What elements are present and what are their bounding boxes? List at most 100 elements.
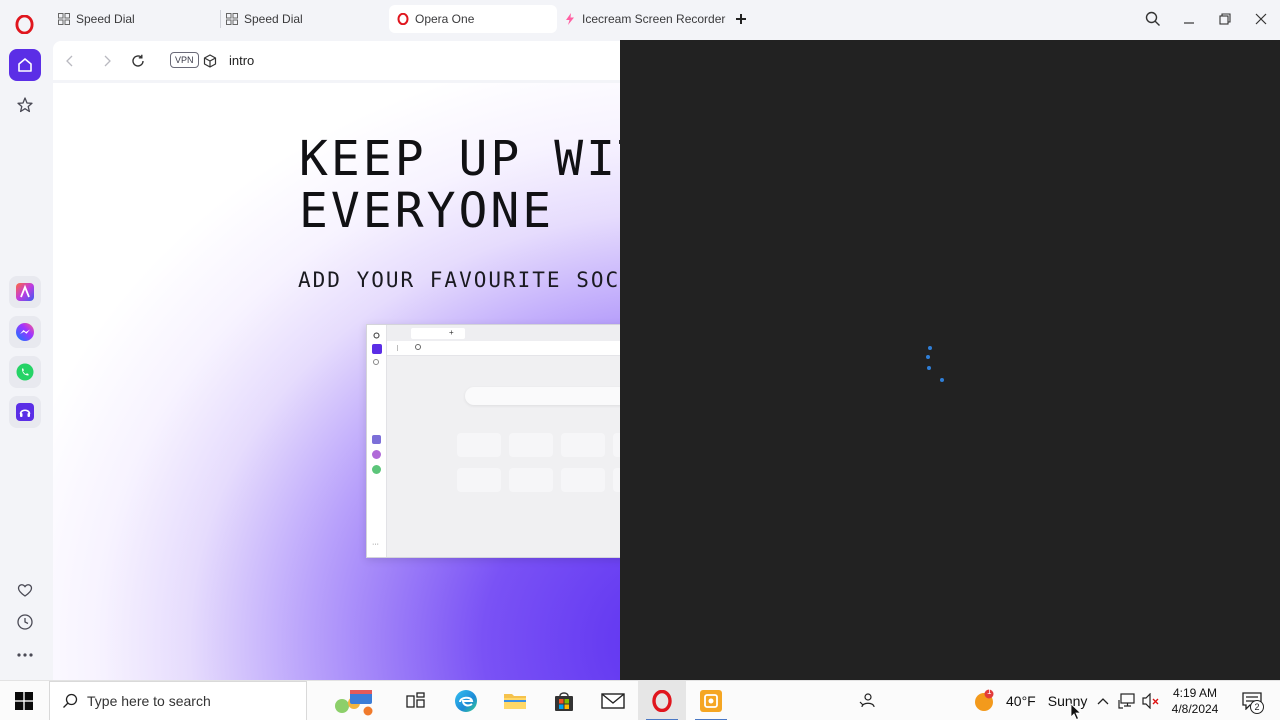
close-icon bbox=[1255, 13, 1267, 25]
folder-icon bbox=[504, 694, 526, 709]
tab-label: Speed Dial bbox=[244, 12, 303, 26]
hero-subtitle: ADD YOUR FAVOURITE SOCIAL bbox=[298, 268, 620, 292]
site-info-button[interactable] bbox=[201, 52, 219, 70]
illustration-search bbox=[465, 387, 620, 405]
illustration-plus-icon: + bbox=[449, 328, 454, 337]
volume-muted-icon bbox=[1142, 693, 1159, 709]
illustration-reload-icon bbox=[415, 344, 421, 350]
icecream-recorder-icon bbox=[700, 690, 722, 712]
history-button[interactable] bbox=[9, 606, 41, 638]
illustration-whatsapp-icon bbox=[372, 465, 381, 474]
new-tab-button[interactable] bbox=[730, 8, 752, 30]
start-button[interactable] bbox=[0, 681, 48, 720]
weather-badge: 1 bbox=[987, 687, 992, 696]
spinner-dot bbox=[926, 355, 930, 359]
forward-button[interactable] bbox=[98, 52, 116, 70]
illustration-home-icon bbox=[372, 344, 382, 354]
browser-illustration: ··· + bbox=[366, 324, 620, 558]
chevron-left-icon bbox=[66, 55, 73, 67]
illustration-sidebar: ··· bbox=[367, 325, 387, 557]
illustration-more-icon: ··· bbox=[372, 541, 379, 548]
mouse-cursor-icon bbox=[1070, 703, 1082, 720]
taskbar-opera[interactable] bbox=[638, 681, 686, 720]
taskbar-file-explorer[interactable] bbox=[491, 681, 539, 720]
tab-label: Icecream Screen Recorder bbox=[582, 12, 726, 26]
task-view-icon bbox=[406, 692, 425, 708]
aria-icon bbox=[16, 283, 34, 301]
history-icon bbox=[17, 614, 33, 630]
taskbar-edge[interactable] bbox=[442, 681, 490, 720]
tab-speed-dial-2[interactable]: Speed Dial bbox=[218, 5, 383, 33]
illustration-tile bbox=[457, 468, 501, 492]
bookmarks-button[interactable] bbox=[9, 89, 41, 121]
whatsapp-icon bbox=[16, 363, 34, 381]
page-content: KEEP UP WITH EVERYONE ADD YOUR FAVOURITE… bbox=[53, 83, 620, 680]
illustration-tab bbox=[411, 328, 465, 339]
taskbar-mail[interactable] bbox=[589, 681, 637, 720]
illustration-tile bbox=[509, 468, 553, 492]
network-button[interactable] bbox=[1116, 681, 1138, 720]
notification-count-badge: 2 bbox=[1250, 700, 1264, 714]
aria-button[interactable] bbox=[9, 276, 41, 308]
more-button[interactable] bbox=[9, 639, 41, 671]
illustration-tile bbox=[561, 433, 605, 457]
notification-center-button[interactable]: 2 bbox=[1234, 681, 1270, 720]
opera-logo[interactable] bbox=[15, 15, 34, 34]
sun-icon bbox=[975, 689, 994, 711]
taskbar-search[interactable]: Type here to search bbox=[49, 681, 373, 720]
reload-button[interactable] bbox=[129, 52, 147, 70]
taskbar-clock[interactable]: 4:19 AM 4/8/2024 bbox=[1164, 685, 1226, 717]
tab-search-button[interactable] bbox=[1142, 8, 1164, 30]
restore-button[interactable] bbox=[1214, 8, 1236, 30]
volume-button[interactable] bbox=[1140, 681, 1162, 720]
weather-temp: 40°F bbox=[1006, 693, 1036, 709]
illustration-tile bbox=[561, 468, 605, 492]
tab-opera-one[interactable]: Opera One bbox=[389, 5, 557, 33]
task-view-button[interactable] bbox=[392, 681, 440, 720]
minimize-icon bbox=[1184, 22, 1194, 24]
search-icon bbox=[1145, 11, 1160, 26]
mail-icon bbox=[601, 693, 625, 709]
heart-icon bbox=[17, 584, 33, 597]
vpn-badge[interactable]: VPN bbox=[170, 52, 199, 68]
edge-icon bbox=[455, 690, 477, 712]
tab-speed-dial-1[interactable]: Speed Dial bbox=[50, 5, 215, 33]
reload-icon bbox=[132, 54, 144, 67]
more-icon bbox=[17, 653, 33, 657]
whatsapp-button[interactable] bbox=[9, 356, 41, 388]
taskbar-store[interactable] bbox=[540, 681, 588, 720]
illustration-tile bbox=[613, 433, 620, 457]
close-window-button[interactable] bbox=[1250, 8, 1272, 30]
people-button[interactable] bbox=[845, 681, 889, 720]
taskbar: Type here to search 1 40°F Sunny 4:19 AM… bbox=[0, 680, 1280, 720]
music-player-button[interactable] bbox=[9, 396, 41, 428]
illustration-tile bbox=[613, 468, 620, 492]
favorites-button[interactable] bbox=[9, 574, 41, 606]
messenger-icon bbox=[16, 323, 34, 341]
home-button[interactable] bbox=[9, 49, 41, 81]
illustration-back-icon bbox=[397, 345, 401, 351]
minimize-button[interactable] bbox=[1178, 8, 1200, 30]
clock-date: 4/8/2024 bbox=[1171, 702, 1219, 716]
address-bar: VPN intro bbox=[53, 41, 620, 80]
spinner-dot bbox=[927, 366, 931, 370]
illustration-tabbar: + bbox=[387, 325, 620, 341]
store-icon bbox=[555, 692, 573, 711]
star-icon bbox=[17, 97, 33, 113]
messenger-button[interactable] bbox=[9, 316, 41, 348]
back-button[interactable] bbox=[61, 52, 79, 70]
tab-icecream[interactable]: Icecream Screen Recorder bbox=[556, 5, 726, 33]
cube-icon bbox=[203, 54, 217, 68]
show-hidden-icons-button[interactable] bbox=[1092, 681, 1114, 720]
tab-label: Speed Dial bbox=[76, 12, 135, 26]
tab-bar: Speed Dial Speed Dial Opera One Icecream… bbox=[50, 0, 1280, 38]
illustration-messenger-icon bbox=[372, 450, 381, 459]
spinner-dot bbox=[928, 346, 932, 350]
url-field[interactable]: intro bbox=[229, 53, 254, 68]
taskbar-icecream[interactable] bbox=[687, 681, 735, 720]
illustration-app-icon bbox=[372, 435, 381, 444]
people-icon bbox=[859, 693, 875, 708]
network-icon bbox=[1118, 693, 1135, 709]
illustration-opera-icon bbox=[373, 332, 380, 339]
speed-dial-icon bbox=[226, 13, 238, 25]
